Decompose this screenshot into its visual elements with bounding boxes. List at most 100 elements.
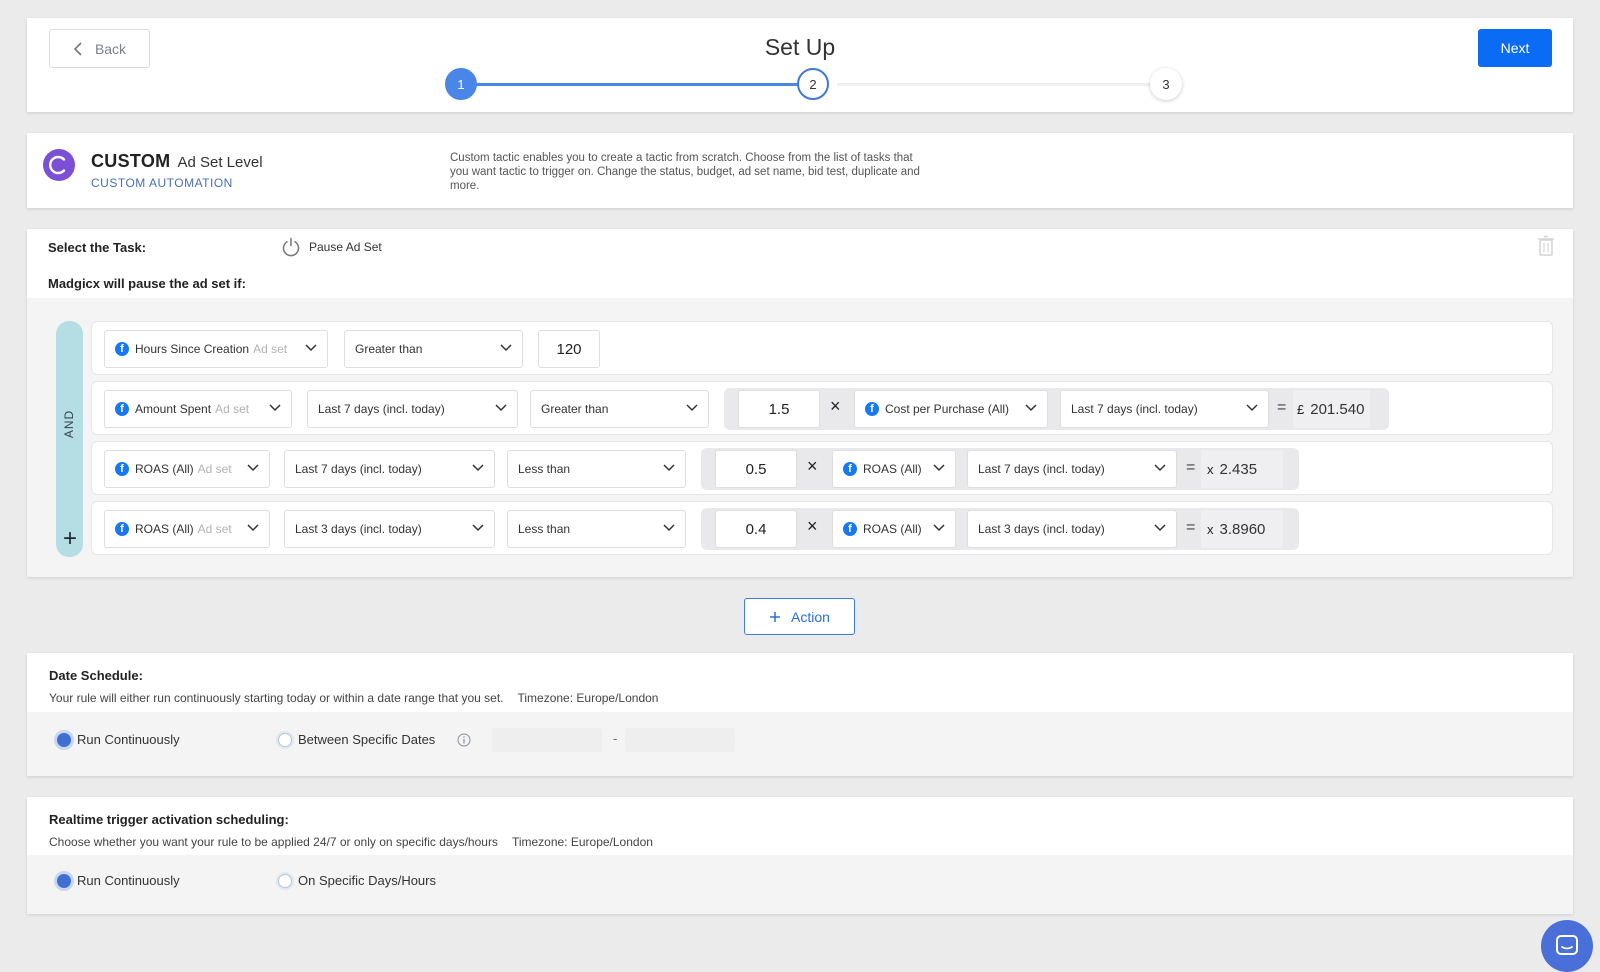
facebook-icon: f bbox=[843, 462, 857, 476]
date-schedule-title: Date Schedule: bbox=[49, 668, 143, 683]
tactic-name: CUSTOM Ad Set Level bbox=[91, 151, 263, 172]
trash-icon bbox=[1538, 235, 1554, 256]
facebook-icon: f bbox=[115, 522, 129, 536]
end-date-input[interactable] bbox=[625, 728, 735, 752]
chevron-down-icon bbox=[500, 344, 512, 352]
step-1[interactable]: 1 bbox=[445, 68, 477, 100]
chevron-down-icon bbox=[247, 464, 259, 472]
multiplier-input[interactable]: 0.5 bbox=[715, 450, 797, 488]
result-value: £ 201.540 bbox=[1293, 390, 1370, 428]
comparator-select[interactable]: Less than bbox=[507, 510, 686, 548]
radio-selected-indicator bbox=[57, 873, 71, 888]
date-schedule-options: Run Continuously Between Specific Dates … bbox=[27, 712, 1573, 776]
chevron-down-icon bbox=[933, 464, 945, 472]
reference-metric-select[interactable]: f ROAS (All) bbox=[832, 510, 956, 548]
radio-between-specific-dates[interactable]: Between Specific Dates bbox=[278, 732, 435, 747]
power-icon bbox=[282, 237, 300, 257]
rule-row-3: f ROAS (All) Ad set Last 7 days (incl. t… bbox=[91, 441, 1553, 495]
multiplier-input[interactable]: 1.5 bbox=[738, 390, 820, 428]
period-select[interactable]: Last 7 days (incl. today) bbox=[307, 390, 518, 428]
date-range-separator: - bbox=[613, 731, 618, 746]
realtime-schedule-card: Realtime trigger activation scheduling: … bbox=[27, 797, 1573, 914]
times-sign: × bbox=[807, 456, 818, 476]
period-select[interactable]: Last 3 days (incl. today) bbox=[284, 510, 495, 548]
task-pause-ad-set[interactable]: Pause Ad Set bbox=[281, 237, 382, 257]
select-task-label: Select the Task: bbox=[48, 240, 147, 255]
task-card: Select the Task: Pause Ad Set Madgicx wi… bbox=[27, 229, 1573, 577]
delete-task-button[interactable] bbox=[1537, 235, 1555, 262]
condition-label: Madgicx will pause the ad set if: bbox=[48, 276, 246, 291]
add-condition-button[interactable]: + bbox=[60, 527, 80, 552]
chevron-down-icon bbox=[1154, 524, 1166, 532]
date-schedule-description: Your rule will either run continuously s… bbox=[49, 691, 659, 705]
metric-select[interactable]: f Amount Spent Ad set bbox=[104, 390, 292, 428]
calculation-group: 1.5 × f Cost per Purchase (All) Last 7 d… bbox=[724, 388, 1389, 430]
reference-period-select[interactable]: Last 7 days (incl. today) bbox=[967, 450, 1177, 488]
equals-sign: = bbox=[1277, 399, 1287, 416]
facebook-icon: f bbox=[115, 342, 129, 356]
chevron-down-icon bbox=[1025, 404, 1037, 412]
tactic-card: CUSTOM Ad Set Level CUSTOM AUTOMATION Cu… bbox=[27, 133, 1573, 208]
and-operator-label: AND bbox=[62, 409, 77, 439]
radio-unselected-indicator bbox=[278, 873, 292, 888]
chevron-down-icon bbox=[305, 344, 317, 352]
page-title: Set Up bbox=[764, 34, 836, 60]
chevron-down-icon bbox=[472, 524, 484, 532]
realtime-schedule-title: Realtime trigger activation scheduling: bbox=[49, 812, 289, 827]
facebook-icon: f bbox=[843, 522, 857, 536]
chat-icon bbox=[1556, 935, 1578, 955]
reference-period-select[interactable]: Last 3 days (incl. today) bbox=[967, 510, 1177, 548]
reference-period-select[interactable]: Last 7 days (incl. today) bbox=[1060, 390, 1269, 428]
period-select[interactable]: Last 7 days (incl. today) bbox=[284, 450, 495, 488]
chevron-down-icon bbox=[933, 524, 945, 532]
reference-metric-select[interactable]: f Cost per Purchase (All) bbox=[854, 390, 1048, 428]
start-date-input[interactable] bbox=[492, 728, 602, 752]
add-action-button[interactable]: Action bbox=[744, 598, 855, 635]
calculation-group: 0.4 × f ROAS (All) Last 3 days (incl. to… bbox=[701, 508, 1299, 550]
equals-sign: = bbox=[1186, 459, 1196, 476]
calculation-group: 0.5 × f ROAS (All) Last 7 days (incl. to… bbox=[701, 448, 1299, 490]
radio-run-continuously[interactable]: Run Continuously bbox=[57, 873, 180, 888]
multiplier-input[interactable]: 0.4 bbox=[715, 510, 797, 548]
facebook-icon: f bbox=[865, 402, 879, 416]
value-input[interactable]: 120 bbox=[538, 330, 600, 368]
step-2[interactable]: 2 bbox=[797, 68, 829, 100]
radio-specific-days-hours[interactable]: On Specific Days/Hours bbox=[278, 873, 436, 888]
equals-sign: = bbox=[1186, 519, 1196, 536]
plus-icon bbox=[770, 611, 781, 622]
chevron-down-icon bbox=[686, 404, 698, 412]
info-icon[interactable] bbox=[457, 733, 471, 747]
metric-select[interactable]: f ROAS (All) Ad set bbox=[104, 510, 270, 548]
comparator-select[interactable]: Greater than bbox=[530, 390, 709, 428]
step-3[interactable]: 3 bbox=[1150, 68, 1182, 100]
realtime-schedule-options: Run Continuously On Specific Days/Hours bbox=[27, 855, 1573, 914]
chat-support-button[interactable] bbox=[1541, 920, 1593, 972]
task-chip-label: Pause Ad Set bbox=[309, 240, 382, 254]
tactic-type: CUSTOM bbox=[91, 151, 171, 171]
facebook-icon: f bbox=[115, 402, 129, 416]
comparator-select[interactable]: Greater than bbox=[344, 330, 523, 368]
realtime-schedule-description: Choose whether you want your rule to be … bbox=[49, 835, 653, 849]
date-schedule-timezone: Timezone: Europe/London bbox=[517, 691, 659, 705]
rule-row-4: f ROAS (All) Ad set Last 3 days (incl. t… bbox=[91, 501, 1553, 555]
tactic-subtitle: CUSTOM AUTOMATION bbox=[91, 176, 233, 190]
rule-row-1: f Hours Since Creation Ad set Greater th… bbox=[91, 321, 1553, 375]
facebook-icon: f bbox=[115, 462, 129, 476]
next-button[interactable]: Next bbox=[1478, 29, 1552, 67]
comparator-select[interactable]: Less than bbox=[507, 450, 686, 488]
chevron-down-icon bbox=[1246, 404, 1258, 412]
tactic-description: Custom tactic enables you to create a ta… bbox=[450, 152, 920, 192]
rule-row-2: f Amount Spent Ad set Last 7 days (incl.… bbox=[91, 381, 1553, 435]
setup-header: Back Set Up Next 1 2 3 bbox=[27, 18, 1573, 112]
result-value: x 2.435 bbox=[1201, 450, 1283, 488]
chevron-down-icon bbox=[247, 524, 259, 532]
tactic-level: Ad Set Level bbox=[177, 154, 263, 171]
metric-select[interactable]: f Hours Since Creation Ad set bbox=[104, 330, 328, 368]
metric-select[interactable]: f ROAS (All) Ad set bbox=[104, 450, 270, 488]
progress-line-remaining bbox=[837, 83, 1177, 86]
chevron-down-icon bbox=[663, 524, 675, 532]
reference-metric-select[interactable]: f ROAS (All) bbox=[832, 450, 956, 488]
radio-run-continuously[interactable]: Run Continuously bbox=[57, 732, 180, 747]
times-sign: × bbox=[830, 396, 841, 416]
chevron-down-icon bbox=[495, 404, 507, 412]
